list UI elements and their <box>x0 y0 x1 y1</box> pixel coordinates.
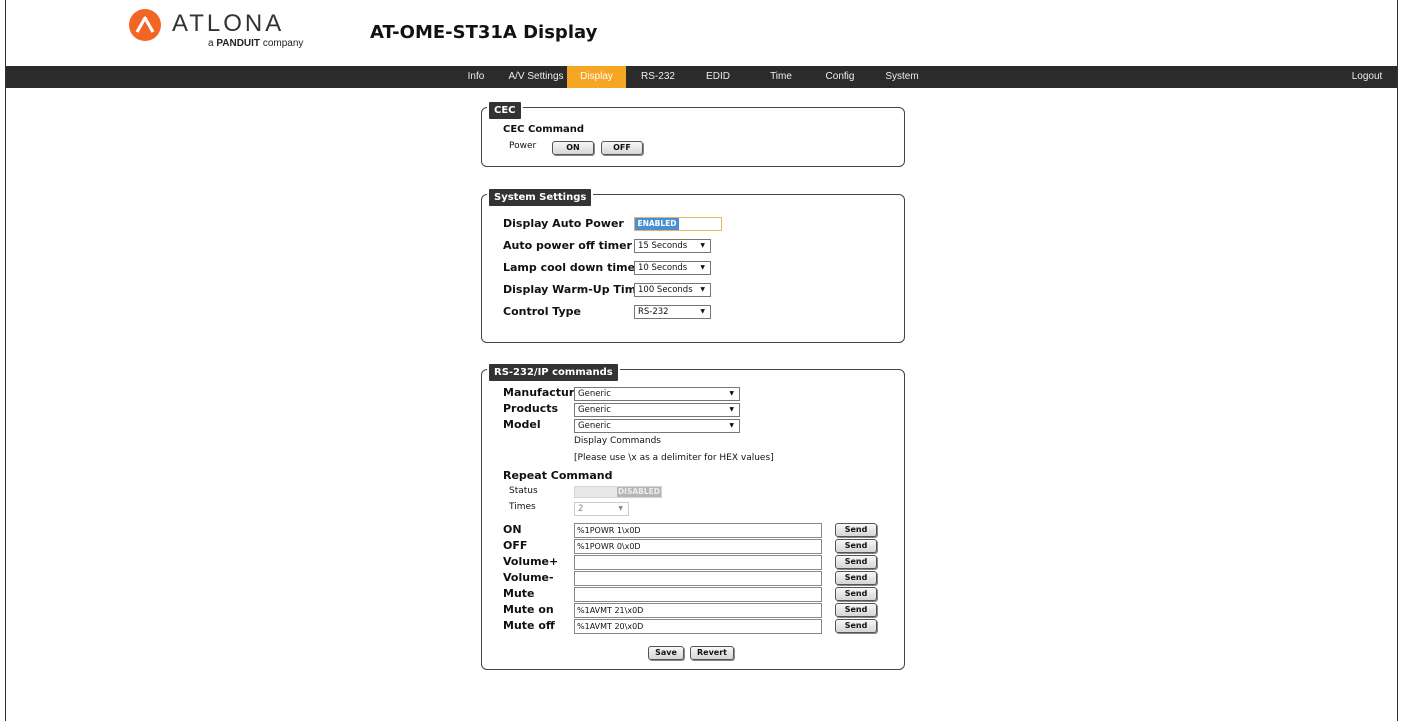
chevron-down-icon: ▼ <box>700 286 705 293</box>
page-title: AT-OME-ST31A Display <box>370 22 598 43</box>
chevron-down-icon: ▼ <box>729 422 734 429</box>
nav-edid[interactable]: EDID <box>702 66 734 88</box>
logo-wordmark: ATLONA <box>172 10 285 37</box>
atlona-logo: ATLONA a PANDUIT company <box>128 8 308 49</box>
cec-command-label: CEC Command <box>503 124 585 135</box>
auto-power-toggle[interactable]: ENABLED <box>634 217 722 231</box>
cmd-on-label: ON <box>503 523 522 536</box>
chevron-down-icon: ▼ <box>618 505 623 512</box>
nav-system[interactable]: System <box>882 66 922 88</box>
products-label: Products <box>503 402 559 415</box>
manufacturer-select[interactable]: Generic ▼ <box>574 387 740 401</box>
cec-power-label: Power <box>509 141 537 151</box>
rs232-panel: RS-232/IP commands Manufacturer Generic ▼… <box>481 362 905 670</box>
auto-off-value: 15 Seconds <box>638 241 688 251</box>
repeat-status-state: DISABLED <box>617 487 661 497</box>
hex-note: [Please use \x as a delimiter for HEX va… <box>574 453 774 463</box>
control-type-select[interactable]: RS-232 ▼ <box>634 305 711 319</box>
chevron-down-icon: ▼ <box>729 390 734 397</box>
cmd-mute-off-label: Mute off <box>503 619 555 632</box>
warmup-value: 100 Seconds <box>638 285 693 295</box>
atlona-mark-icon <box>129 9 161 41</box>
logo-tagline: a PANDUIT company <box>208 38 304 49</box>
cec-legend: CEC <box>487 100 523 121</box>
nav-display[interactable]: Display <box>567 66 626 88</box>
model-label: Model <box>503 418 541 431</box>
revert-button[interactable]: Revert <box>690 646 734 660</box>
chevron-down-icon: ▼ <box>729 406 734 413</box>
repeat-times-label: Times <box>509 502 536 512</box>
nav-config[interactable]: Config <box>822 66 858 88</box>
products-value: Generic <box>578 405 611 415</box>
chevron-down-icon: ▼ <box>700 308 705 315</box>
manufacturer-value: Generic <box>578 389 611 399</box>
lamp-cool-select[interactable]: 10 Seconds ▼ <box>634 261 711 275</box>
warmup-select[interactable]: 100 Seconds ▼ <box>634 283 711 297</box>
lamp-cool-label: Lamp cool down timer <box>503 261 641 274</box>
cmd-off-send-button[interactable]: Send <box>835 539 877 553</box>
repeat-status-toggle[interactable]: DISABLED <box>574 486 662 498</box>
warmup-label: Display Warm-Up Timer <box>503 283 650 296</box>
cmd-on-input[interactable]: %1POWR 1\x0D <box>574 523 822 538</box>
nav-info[interactable]: Info <box>461 66 491 88</box>
cmd-mute-off-send-button[interactable]: Send <box>835 619 877 633</box>
cmd-mute-input[interactable] <box>574 587 822 602</box>
display-commands-label: Display Commands <box>574 436 661 446</box>
cec-off-button[interactable]: OFF <box>601 141 643 155</box>
auto-off-select[interactable]: 15 Seconds ▼ <box>634 239 711 253</box>
cmd-mute-label: Mute <box>503 587 535 600</box>
cmd-volume-down-send-button[interactable]: Send <box>835 571 877 585</box>
repeat-status-label: Status <box>509 486 538 496</box>
cmd-volume-down-label: Volume- <box>503 571 554 584</box>
cmd-volume-up-input[interactable] <box>574 555 822 570</box>
repeat-times-select[interactable]: 2 ▼ <box>574 502 629 516</box>
nav-rs232[interactable]: RS-232 <box>638 66 678 88</box>
auto-power-label: Display Auto Power <box>503 217 624 230</box>
cmd-off-input[interactable]: %1POWR 0\x0D <box>574 539 822 554</box>
model-select[interactable]: Generic ▼ <box>574 419 740 433</box>
nav-time[interactable]: Time <box>766 66 796 88</box>
chevron-down-icon: ▼ <box>700 242 705 249</box>
main-nav: Info A/V Settings Display RS-232 EDID Ti… <box>6 66 1397 88</box>
chevron-down-icon: ▼ <box>700 264 705 271</box>
cmd-volume-up-send-button[interactable]: Send <box>835 555 877 569</box>
logout-link[interactable]: Logout <box>1346 66 1388 88</box>
cmd-mute-off-input[interactable]: %1AVMT 20\x0D <box>574 619 822 634</box>
repeat-times-value: 2 <box>578 504 584 514</box>
auto-power-state: ENABLED <box>635 218 679 230</box>
rs232-legend: RS-232/IP commands <box>487 362 620 383</box>
cmd-mute-on-label: Mute on <box>503 603 554 616</box>
nav-av-settings[interactable]: A/V Settings <box>506 66 566 88</box>
cmd-mute-on-send-button[interactable]: Send <box>835 603 877 617</box>
cmd-off-label: OFF <box>503 539 528 552</box>
auto-off-label: Auto power off timer <box>503 239 632 252</box>
cec-on-button[interactable]: ON <box>552 141 594 155</box>
cec-panel: CEC CEC Command Power ON OFF <box>481 100 905 167</box>
control-type-value: RS-232 <box>638 307 669 317</box>
cmd-volume-down-input[interactable] <box>574 571 822 586</box>
cmd-volume-up-label: Volume+ <box>503 555 559 568</box>
control-type-label: Control Type <box>503 305 582 318</box>
repeat-command-label: Repeat Command <box>503 469 613 482</box>
products-select[interactable]: Generic ▼ <box>574 403 740 417</box>
cmd-mute-send-button[interactable]: Send <box>835 587 877 601</box>
cmd-mute-on-input[interactable]: %1AVMT 21\x0D <box>574 603 822 618</box>
save-button[interactable]: Save <box>648 646 684 660</box>
system-settings-legend: System Settings <box>487 187 594 208</box>
model-value: Generic <box>578 421 611 431</box>
lamp-cool-value: 10 Seconds <box>638 263 688 273</box>
system-settings-panel: System Settings Display Auto Power ENABL… <box>481 187 905 343</box>
cmd-on-send-button[interactable]: Send <box>835 523 877 537</box>
